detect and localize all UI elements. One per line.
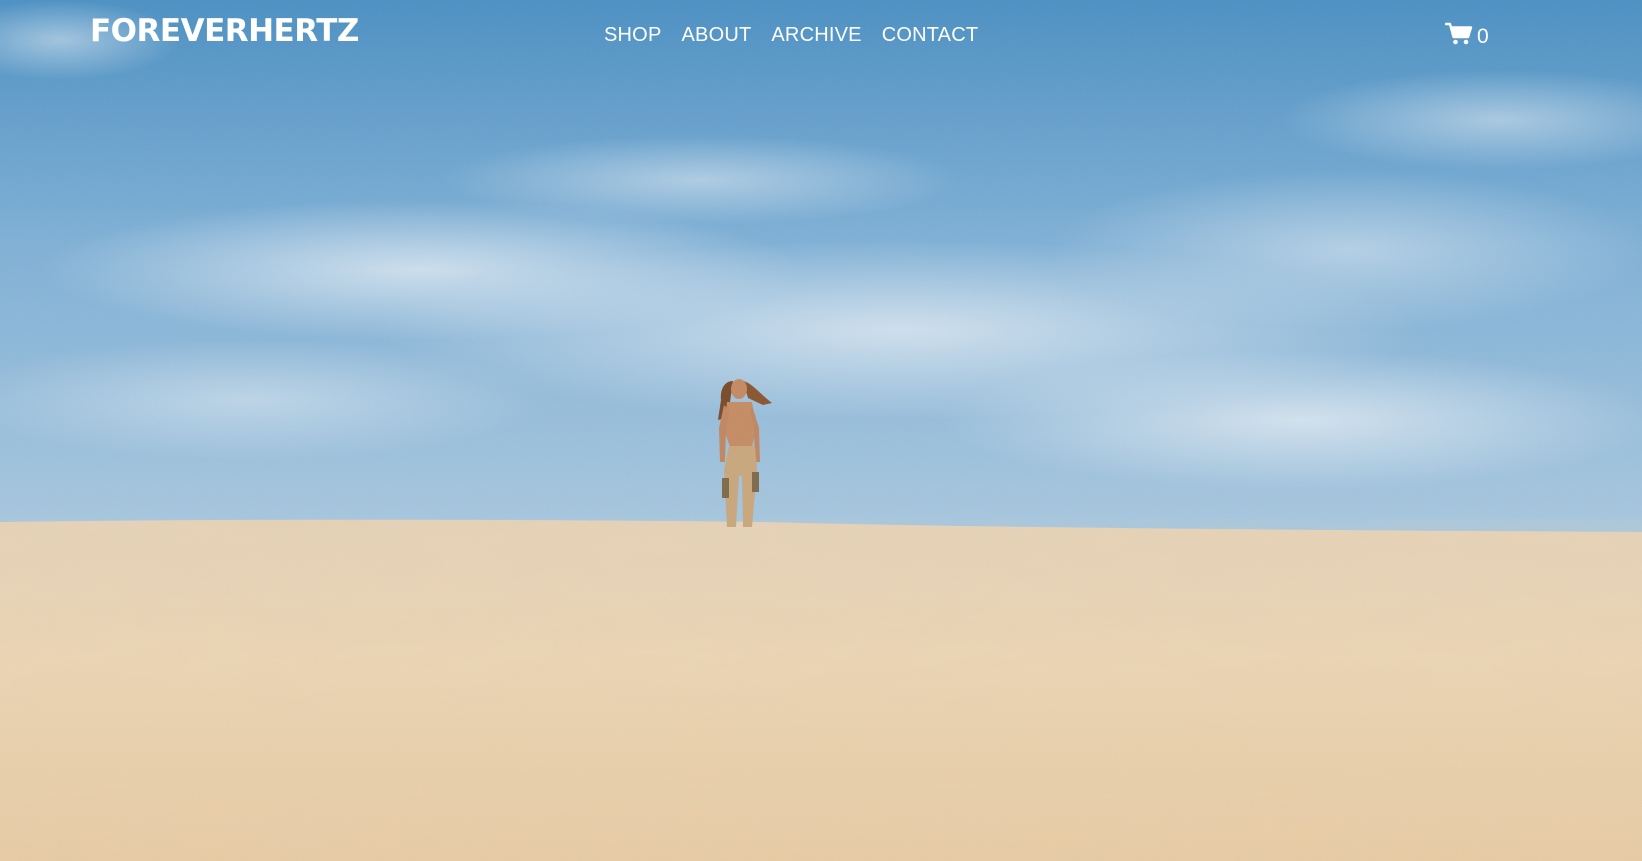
hero-image [0,0,1642,861]
cart-icon [1444,22,1473,51]
nav-item-shop[interactable]: SHOP [604,24,661,47]
nav-item-about[interactable]: ABOUT [681,24,751,47]
main-nav: SHOP ABOUT ARCHIVE CONTACT [604,24,978,47]
site-logo[interactable]: FOREVERHERTZ [90,13,359,49]
site-header: FOREVERHERTZ SHOP ABOUT ARCHIVE CONTACT … [0,0,1642,72]
cart-button[interactable]: 0 [1444,22,1489,51]
cart-count: 0 [1477,24,1489,48]
nav-item-archive[interactable]: ARCHIVE [771,24,861,47]
page: FOREVERHERTZ SHOP ABOUT ARCHIVE CONTACT … [0,0,1642,861]
nav-item-contact[interactable]: CONTACT [882,24,979,47]
